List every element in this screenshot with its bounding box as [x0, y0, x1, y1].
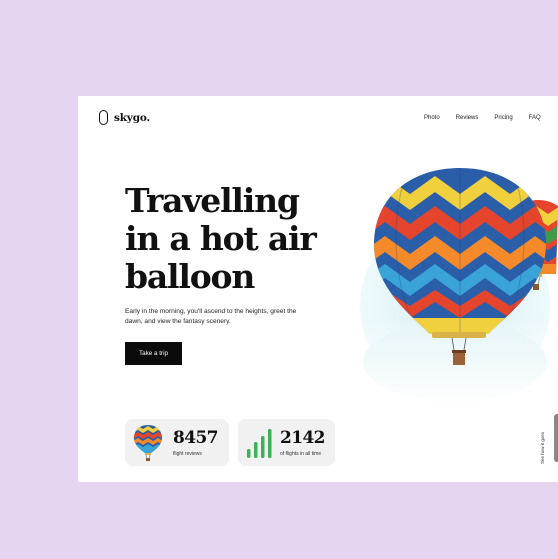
stat-value: 8457	[173, 428, 219, 448]
nav-faq[interactable]: FAQ	[529, 115, 541, 121]
hero-subtitle: Early in the morning, you'll ascend to t…	[125, 308, 297, 325]
stat-value: 2142	[280, 428, 326, 448]
take-a-trip-button[interactable]: Take a trip	[125, 342, 182, 365]
hero-title: Travelling in a hot air balloon	[125, 181, 317, 296]
hero-title-line: Travelling	[125, 181, 300, 220]
stat-label: of flights in all time	[280, 451, 322, 457]
side-scroll-handle[interactable]	[554, 414, 558, 462]
see-how-it-goes-label[interactable]: See how it goes	[540, 416, 548, 464]
landing-card: skygo. Photo Reviews Pricing FAQ Travell…	[78, 96, 558, 482]
bar-chart-icon	[247, 429, 272, 458]
nav-photo[interactable]: Photo	[424, 115, 440, 121]
brand-logo[interactable]: skygo.	[99, 110, 150, 125]
hero-title-line: balloon	[125, 257, 255, 296]
top-nav: Photo Reviews Pricing FAQ	[424, 115, 557, 121]
stat-label: flight reviews	[173, 451, 202, 457]
stat-card-reviews: 8457 flight reviews	[125, 419, 229, 466]
balloon-icon	[134, 425, 162, 461]
brand-name: skygo.	[114, 111, 150, 124]
hot-air-balloon-illustration	[360, 168, 558, 406]
logo-mark-icon	[99, 110, 108, 125]
hero-title-line: in a hot air	[125, 219, 317, 258]
stat-card-flights: 2142 of flights in all time	[238, 419, 335, 466]
nav-pricing[interactable]: Pricing	[494, 115, 512, 121]
nav-reviews[interactable]: Reviews	[456, 115, 479, 121]
